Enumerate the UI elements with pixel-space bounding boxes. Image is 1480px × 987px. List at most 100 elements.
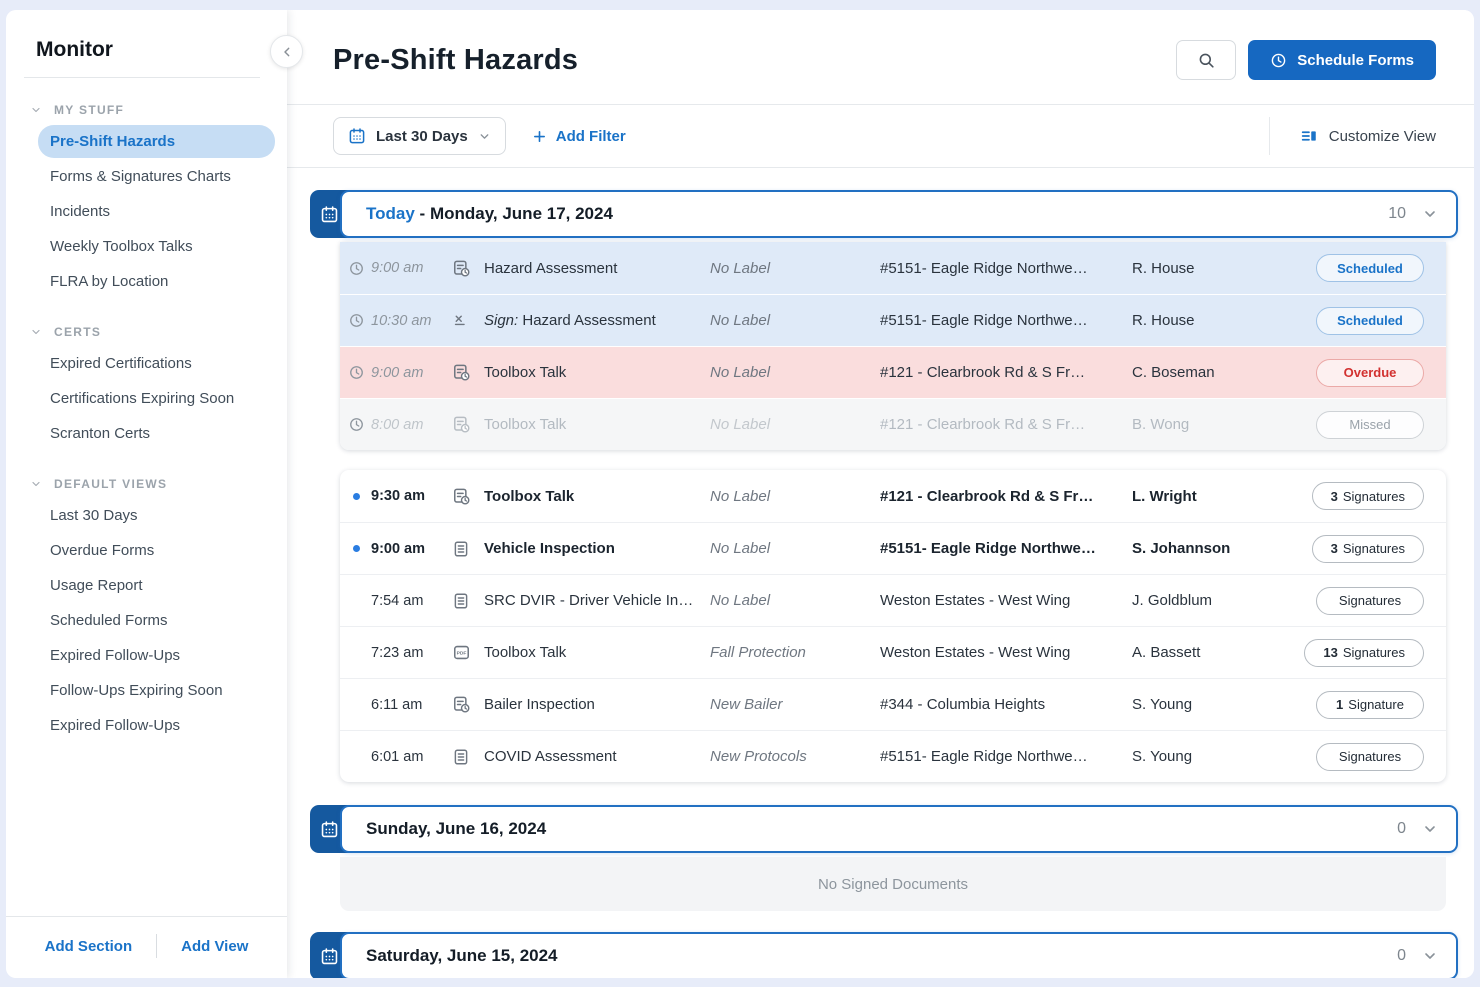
table-row[interactable]: 7:54 am SRC DVIR - Driver Vehicle In… No… (340, 574, 1446, 626)
table-row[interactable]: 10:30 am Sign: Hazard Assessment No Labe… (340, 294, 1446, 346)
sidebar-item-follow-ups-expiring-soon[interactable]: Follow-Ups Expiring Soon (38, 674, 275, 707)
time-value: 7:54 am (371, 593, 423, 609)
project-name: #344 - Columbia Heights (880, 696, 1132, 713)
add-filter-label: Add Filter (556, 128, 626, 145)
table-row[interactable]: 9:00 am Toolbox Talk No Label #121 - Cle… (340, 346, 1446, 398)
status-label: Signature (1348, 697, 1404, 712)
sidebar-item-last-30-days[interactable]: Last 30 Days (38, 499, 275, 532)
status-cell: 1 Signature (1292, 691, 1446, 719)
form-scheduled-icon (444, 487, 484, 506)
form-label: No Label (710, 592, 880, 609)
status-badge[interactable]: 3Signatures (1312, 535, 1424, 563)
table-row[interactable]: 6:01 am COVID Assessment New Protocols #… (340, 730, 1446, 782)
status-badge[interactable]: Scheduled (1316, 307, 1424, 335)
section-title: Saturday, June 15, 2024 (366, 946, 558, 966)
status-badge[interactable]: Signatures (1316, 743, 1424, 771)
form-name: Vehicle Inspection (484, 540, 710, 557)
form-name-text: Hazard Assessment (484, 260, 617, 277)
signature-count: 1 (1336, 697, 1343, 712)
separator-dash: - (420, 204, 430, 223)
status-badge[interactable]: Signatures (1316, 587, 1424, 615)
status-badge[interactable]: Overdue (1316, 359, 1424, 387)
calendar-icon (348, 127, 366, 145)
form-name-text: Vehicle Inspection (484, 540, 615, 557)
form-name: Toolbox Talk (484, 364, 710, 381)
project-name: #5151- Eagle Ridge Northwe… (880, 312, 1132, 329)
status-cell: 3Signatures (1292, 482, 1446, 510)
sidebar-item-pre-shift-hazards[interactable]: Pre-Shift Hazards (38, 125, 275, 158)
table-row[interactable]: 9:30 am Toolbox Talk No Label #121 - Cle… (340, 470, 1446, 522)
add-filter-button[interactable]: Add Filter (532, 128, 626, 145)
table-row[interactable]: 9:00 am Vehicle Inspection No Label #515… (340, 522, 1446, 574)
sidebar-item-overdue-forms[interactable]: Overdue Forms (38, 534, 275, 567)
add-view-button[interactable]: Add View (181, 938, 248, 955)
status-badge[interactable]: Missed (1316, 411, 1424, 439)
section-header-default-views[interactable]: DEFAULT VIEWS (6, 477, 287, 491)
date-range-filter[interactable]: Last 30 Days (333, 117, 506, 155)
sidebar-item-usage-report[interactable]: Usage Report (38, 569, 275, 602)
clock-icon (349, 313, 364, 328)
sidebar-item-flra-by-location[interactable]: FLRA by Location (38, 265, 275, 298)
signature-count: 13 (1323, 645, 1337, 660)
clock-icon (349, 417, 364, 432)
sidebar-collapse-button[interactable] (270, 35, 303, 68)
sidebar-item-expired-certifications[interactable]: Expired Certifications (38, 347, 275, 380)
section-header-card[interactable]: Today - Monday, June 17, 2024 10 (340, 190, 1458, 238)
section-count: 0 (1397, 947, 1406, 965)
sidebar-footer: Add Section Add View (6, 916, 287, 978)
table-row[interactable]: 7:23 am Toolbox Talk Fall Protection Wes… (340, 626, 1446, 678)
time-value: 6:11 am (371, 697, 422, 713)
sign-prefix: Sign: (484, 312, 522, 329)
plus-icon (532, 129, 547, 144)
calendar-icon (320, 205, 339, 224)
signature-count: 3 (1331, 541, 1338, 556)
document-icon (444, 540, 484, 558)
sidebar-item-expired-follow-ups[interactable]: Expired Follow-Ups (38, 639, 275, 672)
section-header-certs[interactable]: CERTS (6, 325, 287, 339)
status-badge[interactable]: Scheduled (1316, 254, 1424, 282)
sidebar-item-incidents[interactable]: Incidents (38, 195, 275, 228)
form-name: COVID Assessment (484, 748, 710, 765)
project-name: #121 - Clearbrook Rd & S Fr… (880, 364, 1132, 381)
status-badge[interactable]: 1 Signature (1316, 691, 1424, 719)
app-window: Monitor MY STUFF Pre-Shift Hazards Forms… (6, 10, 1474, 978)
form-name: Hazard Assessment (484, 260, 710, 277)
section-label: DEFAULT VIEWS (54, 477, 167, 491)
table-row[interactable]: 6:11 am Bailer Inspection New Bailer #34… (340, 678, 1446, 730)
chevron-down-icon[interactable] (1422, 206, 1438, 222)
clock-icon (349, 261, 364, 276)
table-row[interactable]: 9:00 am Hazard Assessment No Label #5151… (340, 242, 1446, 294)
project-name: #121 - Clearbrook Rd & S Fr… (880, 488, 1132, 505)
schedule-forms-button[interactable]: Schedule Forms (1248, 40, 1436, 80)
sidebar-item-expired-follow-ups-2[interactable]: Expired Follow-Ups (38, 709, 275, 742)
form-name: Sign: Hazard Assessment (484, 312, 710, 329)
sidebar-item-scheduled-forms[interactable]: Scheduled Forms (38, 604, 275, 637)
document-icon (444, 592, 484, 610)
chevron-down-icon (478, 130, 491, 143)
customize-view-button[interactable]: Customize View (1300, 127, 1436, 145)
owner-name: J. Goldblum (1132, 592, 1292, 609)
section-header-card[interactable]: Sunday, June 16, 2024 0 (340, 805, 1458, 853)
section-label: MY STUFF (54, 103, 124, 117)
form-name: Toolbox Talk (484, 416, 710, 433)
owner-name: B. Wong (1132, 416, 1292, 433)
chevron-down-icon[interactable] (1422, 821, 1438, 837)
sidebar-item-scranton-certs[interactable]: Scranton Certs (38, 417, 275, 450)
sidebar-item-certifications-expiring-soon[interactable]: Certifications Expiring Soon (38, 382, 275, 415)
documents-list: Today - Monday, June 17, 2024 10 9:00 am (287, 168, 1474, 978)
status-badge[interactable]: 3Signatures (1312, 482, 1424, 510)
search-button[interactable] (1176, 40, 1236, 80)
date-section-header-today: Today - Monday, June 17, 2024 10 (310, 190, 1458, 238)
table-row[interactable]: 8:00 am Toolbox Talk No Label #121 - Cle… (340, 398, 1446, 450)
scheduled-rows-card: 9:00 am Hazard Assessment No Label #5151… (340, 242, 1446, 450)
status-badge[interactable]: 13Signatures (1304, 639, 1424, 667)
sidebar-item-weekly-toolbox-talks[interactable]: Weekly Toolbox Talks (38, 230, 275, 263)
form-label: New Protocols (710, 748, 880, 765)
sidebar-item-forms-signatures-charts[interactable]: Forms & Signatures Charts (38, 160, 275, 193)
section-header-my-stuff[interactable]: MY STUFF (6, 103, 287, 117)
row-time: 6:11 am (340, 697, 444, 713)
add-section-button[interactable]: Add Section (45, 938, 133, 955)
section-header-card[interactable]: Saturday, June 15, 2024 0 (340, 932, 1458, 978)
calendar-icon (320, 947, 339, 966)
chevron-down-icon[interactable] (1422, 948, 1438, 964)
